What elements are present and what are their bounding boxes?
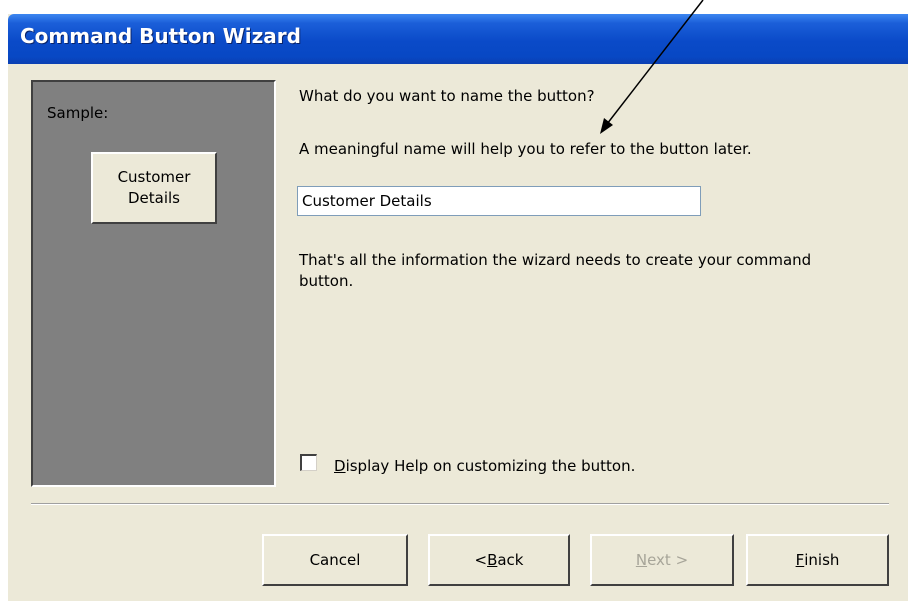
arrow-pointer-icon [600, 0, 704, 134]
